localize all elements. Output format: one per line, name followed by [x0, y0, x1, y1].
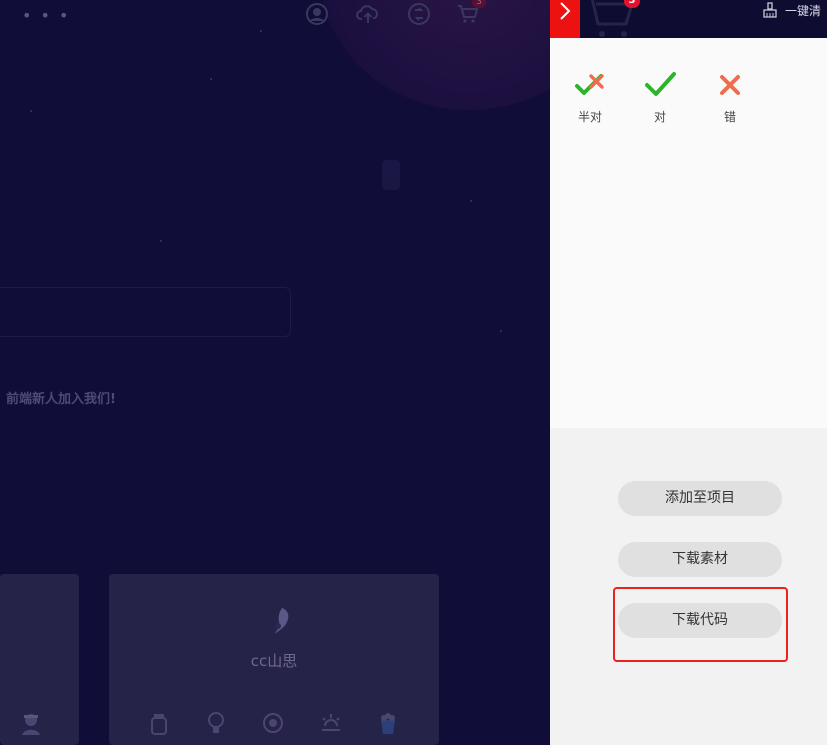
half-correct-icon: [575, 74, 604, 95]
clear-all-label: 一键清: [785, 3, 822, 18]
cart-item[interactable]: 对: [642, 70, 712, 125]
search-bar[interactable]: [0, 287, 291, 337]
background-glow: [320, 0, 550, 110]
star-dot: [500, 330, 502, 332]
star-dot: [160, 240, 162, 242]
sunrise-icon[interactable]: [318, 710, 344, 736]
bottle-icon[interactable]: [146, 710, 172, 736]
clear-all-button[interactable]: 一键清: [762, 0, 821, 20]
cross-icon: [720, 75, 740, 95]
card-title: cc山思: [250, 652, 298, 670]
chevron-right-icon: [560, 2, 571, 20]
cart-item[interactable]: 错: [712, 70, 782, 125]
popcorn-icon[interactable]: [375, 710, 401, 736]
cart-items: 半对 对 错: [572, 70, 782, 125]
user-icon[interactable]: [305, 2, 329, 26]
star-dot: [30, 110, 32, 112]
background-page: • • • 3 前端新人加入我们! cc山思: [0, 0, 550, 745]
collapse-panel-button[interactable]: [550, 0, 580, 38]
brand-logo-icon: [274, 608, 289, 634]
lightbulb-icon[interactable]: [203, 710, 229, 736]
star-dot: [260, 30, 262, 32]
add-to-project-button[interactable]: 添加至项目: [618, 481, 782, 516]
decorative-pin: [382, 160, 400, 190]
item-label: 对: [653, 110, 666, 124]
shuffle-icon[interactable]: [407, 2, 431, 26]
action-area: 添加至项目 下载素材 下载代码: [550, 428, 827, 745]
download-assets-button[interactable]: 下载素材: [618, 542, 782, 577]
check-icon: [645, 72, 676, 96]
avatar-icon: [22, 714, 40, 735]
cart-item[interactable]: 半对: [572, 70, 642, 125]
cart-panel: 3 一键清 半对 对 错 添加至项目 下载素材 下载代码: [550, 0, 827, 745]
menu-dots[interactable]: • • •: [22, 6, 70, 25]
item-label: 错: [723, 110, 736, 124]
download-code-button[interactable]: 下载代码: [618, 603, 782, 638]
promo-text[interactable]: 前端新人加入我们!: [6, 388, 116, 407]
refresh-icon[interactable]: [260, 710, 286, 736]
upload-icon[interactable]: [356, 2, 380, 26]
item-label: 半对: [577, 110, 602, 124]
broom-icon: [763, 2, 777, 18]
panel-header: 3 一键清: [550, 0, 827, 38]
star-dot: [470, 200, 472, 202]
star-dot: [210, 78, 212, 80]
